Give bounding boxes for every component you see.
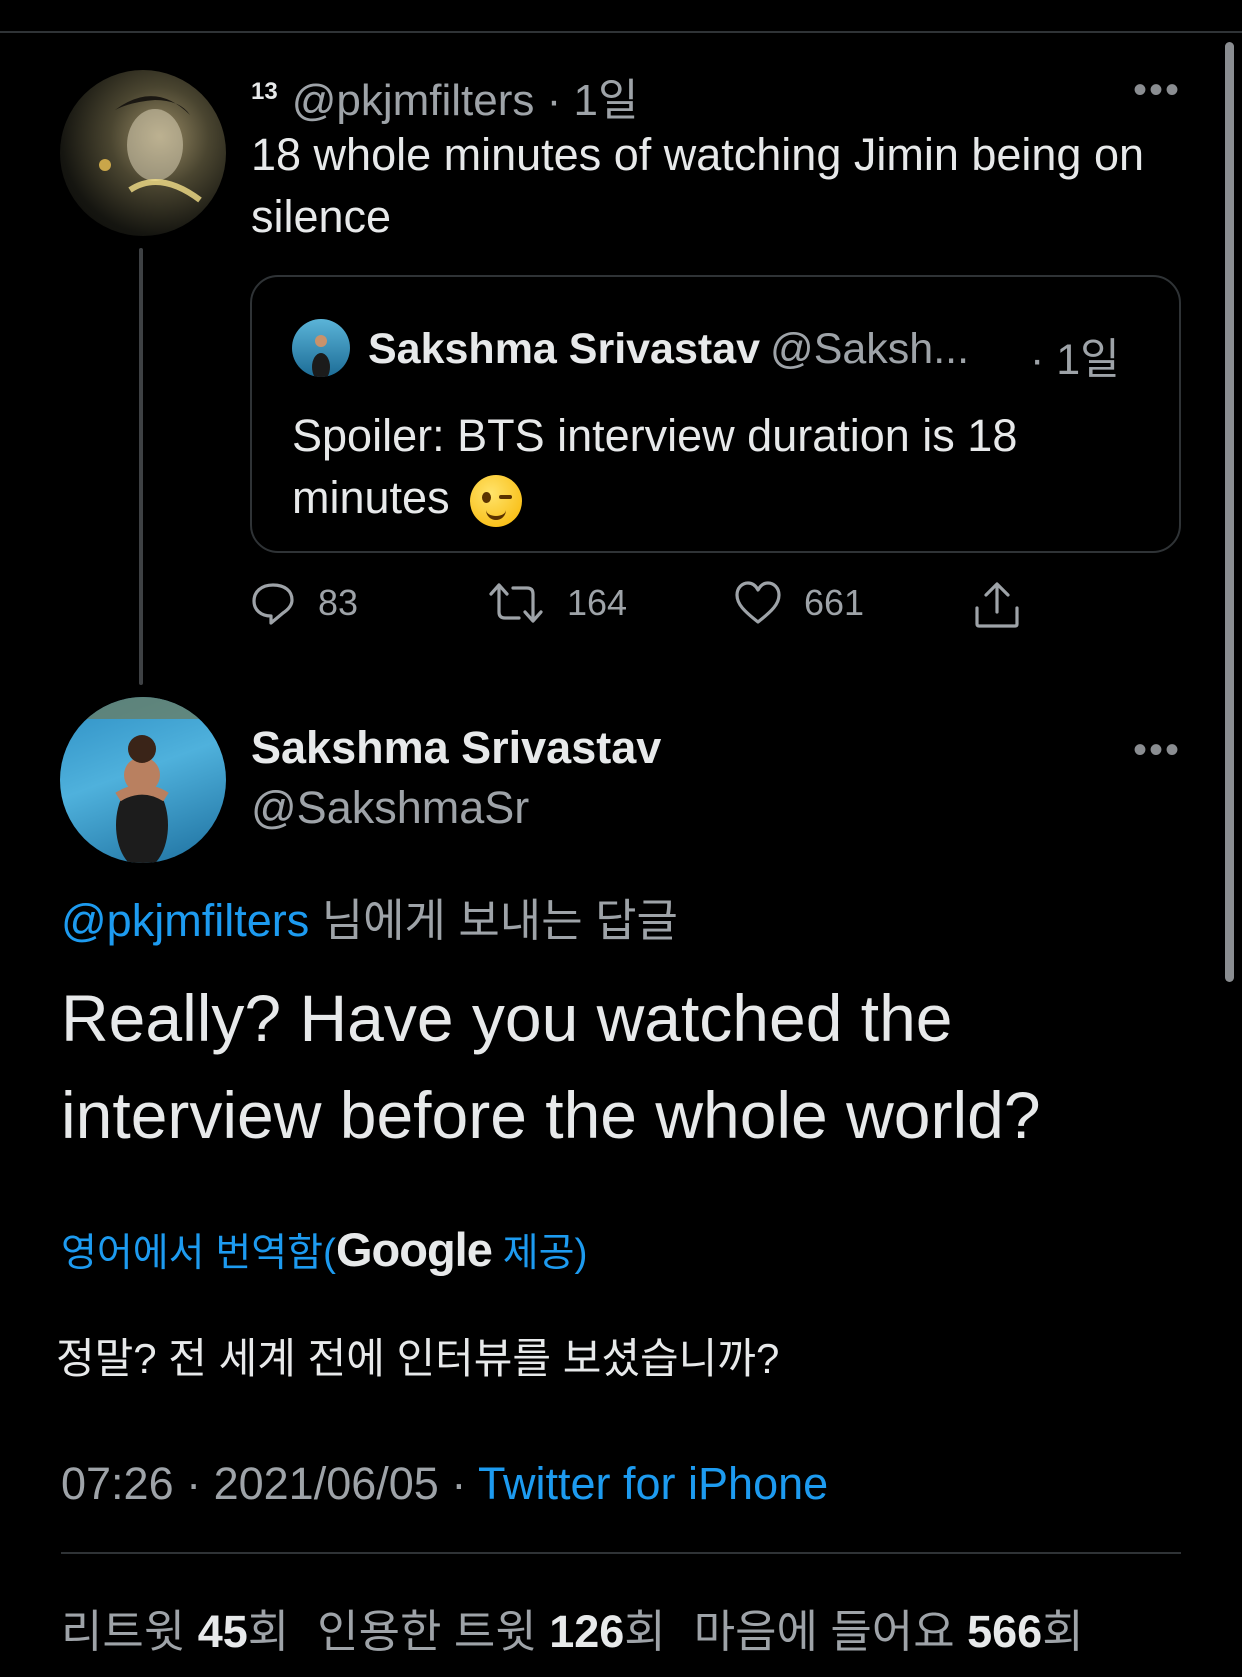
translated-suffix: 제공) [491,1232,588,1275]
badge: 13 [251,78,278,105]
reply-to-link[interactable]: @pkjmfilters [61,895,309,946]
replying-to: @pkjmfilters 님에게 보내는 답글 [61,884,678,949]
translated-by[interactable]: 영어에서 번역함(Google 제공) [61,1222,587,1278]
share-icon [975,582,1019,628]
retweet-icon [489,583,543,623]
retweet-count: 164 [567,582,628,623]
more-options-icon[interactable]: ••• [1133,730,1181,770]
quotes-unit: 회 [624,1606,666,1657]
reply-to-suffix: 님에게 보내는 답글 [309,895,678,946]
likes-unit: 회 [1042,1606,1084,1657]
likes-stat[interactable]: 마음에 들어요 566회 [694,1606,1084,1657]
thread-line [139,248,143,685]
reply-count: 83 [318,582,359,623]
like-count: 661 [804,582,865,623]
avatar-person-icon [60,697,226,863]
reply-action[interactable]: 83 [250,580,358,626]
top-divider [0,31,1242,33]
quoted-time: · 1일 [1030,336,1120,384]
retweet-action[interactable]: 164 [487,580,627,626]
scrollbar[interactable] [1225,42,1234,982]
reply-author-name[interactable]: Sakshma Srivastav [251,722,661,774]
more-options-icon[interactable]: ••• [1133,70,1181,110]
quoted-text: Spoiler: BTS interview duration is 18 mi… [292,405,1152,529]
share-action[interactable] [972,580,1044,630]
tweet-actions: 83 164 661 [250,580,1050,640]
tweet-meta: 13 @pkjmfilters · 1일 [251,64,638,128]
engagement-stats: 리트윗 45회 인용한 트윗 126회 마음에 들어요 566회 [61,1595,1084,1660]
google-logo: Google [335,1223,493,1276]
quotes-label: 인용한 트윗 [317,1606,550,1657]
likes-label: 마음에 들어요 [693,1606,968,1657]
like-action[interactable]: 661 [734,580,864,626]
retweets-label: 리트윗 [61,1606,198,1657]
quoted-header: Sakshma Srivastav @Saksh... · 1일 [292,325,1120,384]
quoted-name: Sakshma Srivastav [368,325,761,373]
quoted-text-body: Spoiler: BTS interview duration is 18 mi… [292,410,1018,523]
timestamp-line: 07:26 · 2021/06/05 · Twitter for iPhone [61,1458,828,1510]
heart-icon [735,581,781,624]
reply-author-handle[interactable]: @SakshmaSr [251,782,529,834]
translated-prefix: 영어에서 번역함( [61,1232,336,1275]
tweet-handle[interactable]: @pkjmfilters [292,76,535,125]
avatar-pkjmfilters[interactable] [60,70,226,236]
retweets-count: 45 [197,1606,248,1657]
quotes-stat[interactable]: 인용한 트윗 126회 [317,1606,666,1657]
timestamp: 07:26 · 2021/06/05 · [61,1458,478,1509]
source-link[interactable]: Twitter for iPhone [478,1458,828,1509]
reply-text: Really? Have you watched the interview b… [61,981,1041,1152]
retweets-stat[interactable]: 리트윗 45회 [61,1606,289,1657]
avatar-sakshmasr[interactable] [60,697,226,863]
winking-face-icon [469,475,522,528]
avatar-portrait-icon [99,96,202,203]
quoted-handle: @Saksh... [770,325,970,373]
tweet-time[interactable]: · 1일 [547,76,639,125]
reply-icon [252,583,294,625]
likes-count: 566 [967,1606,1043,1657]
translation-text: 정말? 전 세계 전에 인터뷰를 보셨습니까? [56,1335,780,1382]
tweet-text: 18 whole minutes of watching Jimin being… [251,129,1145,242]
stats-divider [61,1552,1181,1554]
retweets-unit: 회 [247,1606,290,1657]
quoted-tweet[interactable]: Sakshma Srivastav @Saksh... · 1일 Spoiler:… [250,275,1181,553]
quotes-count: 126 [549,1606,625,1657]
